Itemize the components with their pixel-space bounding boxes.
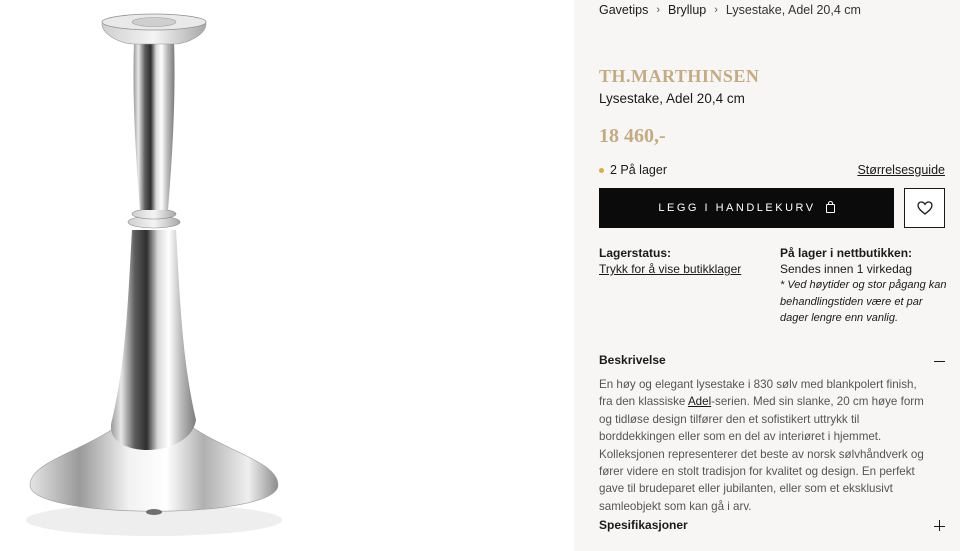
size-guide-link[interactable]: Størrelsesguide (857, 163, 945, 177)
expand-icon[interactable] (934, 520, 946, 532)
stock-text: 2 På lager (610, 163, 667, 177)
shipping-note: * Ved høytider og stor pågang kan behand… (780, 279, 947, 324)
collapse-icon[interactable] (934, 355, 946, 367)
brand-name[interactable]: TH.MARTHINSEN (599, 66, 759, 87)
breadcrumb-current: Lysestake, Adel 20,4 cm (725, 3, 861, 17)
add-to-cart-button[interactable]: LEGG I HANDLEKURV (599, 188, 894, 228)
breadcrumb-separator: › (714, 4, 718, 16)
adel-series-link[interactable]: Adel (688, 395, 711, 408)
breadcrumb-link-gavetips[interactable]: Gavetips (599, 3, 648, 17)
add-to-cart-label: LEGG I HANDLEKURV (658, 202, 816, 214)
product-title: Lysestake, Adel 20,4 cm (599, 91, 745, 106)
description-text: En høy og elegant lysestake i 830 sølv m… (599, 376, 929, 515)
heart-icon (916, 201, 933, 215)
store-stock-info: Lagerstatus: Trykk for å vise butikklage… (599, 245, 769, 277)
wishlist-button[interactable] (904, 188, 945, 228)
specifications-header[interactable]: Spesifikasjoner (599, 518, 688, 532)
stock-status: 2 På lager (599, 163, 667, 177)
product-image-panel (0, 0, 574, 551)
description-header[interactable]: Beskrivelse (599, 353, 666, 367)
online-stock-info: På lager i nettbutikken: Sendes innen 1 … (780, 245, 950, 327)
breadcrumb-separator: › (656, 4, 661, 16)
product-info-panel: Gavetips › Bryllup › Lysestake, Adel 20,… (574, 0, 960, 551)
stock-dot-icon (599, 167, 604, 173)
shopping-bag-icon (825, 200, 835, 213)
store-stock-link[interactable]: Trykk for å vise butikklager (599, 262, 741, 276)
store-stock-title: Lagerstatus: (599, 246, 672, 260)
breadcrumb: Gavetips › Bryllup › Lysestake, Adel 20,… (599, 3, 861, 17)
product-price: 18 460,- (599, 125, 666, 147)
shipping-text: Sendes innen 1 virkedag (780, 262, 913, 276)
description-text-end: -serien. Med sin slanke, 20 cm høye form… (599, 395, 924, 513)
breadcrumb-link-bryllup[interactable]: Bryllup (668, 3, 706, 17)
online-stock-title: På lager i nettbutikken: (780, 246, 913, 260)
product-image[interactable] (0, 0, 574, 551)
